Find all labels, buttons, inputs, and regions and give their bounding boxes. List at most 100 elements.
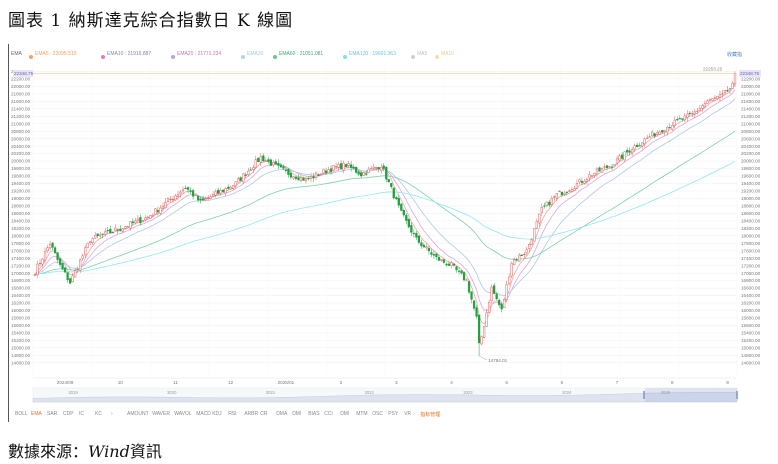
candle-body xyxy=(139,217,142,224)
candle-body xyxy=(693,111,696,115)
candle-body xyxy=(254,159,257,168)
candle-body xyxy=(447,263,451,266)
x-tick-label: 7 xyxy=(616,380,619,385)
y-tick-label: 22200.00 xyxy=(741,77,761,82)
candle-body xyxy=(585,178,589,182)
candle-body xyxy=(212,194,215,197)
candle-body xyxy=(164,201,167,209)
candle-body xyxy=(477,314,481,344)
candle-body xyxy=(580,181,584,183)
candle-body xyxy=(360,172,363,177)
candle-body xyxy=(701,105,704,109)
indicator-tab[interactable]: KDJ xyxy=(212,411,221,417)
candle-body xyxy=(222,189,225,192)
indicator-tab[interactable]: BOLL xyxy=(15,411,28,417)
candle-body xyxy=(490,286,493,302)
candle-body xyxy=(247,170,250,175)
candle-body xyxy=(688,112,691,115)
indicator-tab[interactable]: BIAS xyxy=(308,411,319,417)
candle-body xyxy=(696,110,699,112)
indicator-tab[interactable]: KC xyxy=(95,411,102,417)
y-tick-label: 22200.00 xyxy=(11,77,31,82)
candle-body xyxy=(63,267,67,273)
candle-body xyxy=(116,229,119,231)
indicator-tab[interactable]: AMOUNT xyxy=(127,411,149,417)
indicator-tab[interactable]: SAR xyxy=(47,411,57,417)
candle-body xyxy=(465,279,468,281)
indicator-tab[interactable]: CR xyxy=(260,411,267,417)
y-tick-label: 16600.00 xyxy=(11,286,31,291)
indicator-tab[interactable]: DMI xyxy=(292,411,301,417)
candle-body xyxy=(106,229,109,232)
candle-body xyxy=(405,215,408,221)
candle-body xyxy=(304,178,308,182)
y-tick-label: 21800.00 xyxy=(741,91,761,96)
last-price-label: 22253.25 xyxy=(703,66,723,71)
candle-body xyxy=(618,155,621,161)
candle-body xyxy=(239,177,242,181)
candle-body xyxy=(327,169,330,173)
x-tick-label: 6 xyxy=(561,380,564,385)
indicator-tab[interactable]: WAVER xyxy=(152,411,170,417)
current-price-label-left: 22348.75 xyxy=(14,71,34,76)
candle-body xyxy=(352,166,355,169)
x-tick-label: 11 xyxy=(173,380,178,385)
indicator-tab[interactable]: VR xyxy=(404,411,411,417)
navigator[interactable]: 2019 2020 2021 2022 2023 2024 2025 xyxy=(32,387,738,403)
candle-body xyxy=(417,235,421,243)
candle-body xyxy=(683,115,686,121)
candle-body xyxy=(365,173,368,175)
y-tick-label: 14800.00 xyxy=(741,353,761,358)
indicator-tab[interactable]: WAVOL xyxy=(174,411,192,417)
y-tick-label: 16000.00 xyxy=(741,308,761,313)
candle-body xyxy=(548,201,551,206)
candle-body xyxy=(656,132,659,135)
indicator-tab[interactable]: DMA xyxy=(276,411,287,417)
y-tick-label: 19200.00 xyxy=(11,189,31,194)
y-tick-label: 18600.00 xyxy=(741,211,761,216)
indicator-tab[interactable]: OSC xyxy=(372,411,383,417)
indicator-tab[interactable]: PSY xyxy=(388,411,398,417)
indicator-tab[interactable]: EMA xyxy=(31,411,42,417)
candle-body xyxy=(229,186,232,190)
candle-body xyxy=(633,145,636,150)
candle-body xyxy=(452,263,456,266)
indicator-tab[interactable]: MTM xyxy=(356,411,367,417)
y-tick-label: 16400.00 xyxy=(11,293,31,298)
candle-body xyxy=(505,284,508,300)
y-tick-label: 21400.00 xyxy=(741,106,761,111)
candle-body xyxy=(334,166,338,168)
indicator-tab[interactable]: DMI xyxy=(340,411,349,417)
candle-body xyxy=(673,119,676,127)
candle-body xyxy=(337,163,340,168)
candle-body xyxy=(56,252,59,261)
candle-body xyxy=(708,98,712,101)
candle-body xyxy=(124,226,127,229)
candle-body xyxy=(287,168,290,175)
candle-body xyxy=(726,90,729,92)
y-tick-label: 21000.00 xyxy=(11,121,31,126)
indicator-tab[interactable]: 指标管理 xyxy=(420,411,440,418)
candle-body xyxy=(119,228,122,231)
navigator-year-label: 2022 xyxy=(365,390,375,395)
candle-body xyxy=(219,190,222,194)
indicator-tab[interactable]: MACD xyxy=(196,411,211,417)
indicator-tab[interactable]: IC xyxy=(79,411,84,417)
candle-body xyxy=(382,165,385,169)
candle-body xyxy=(425,246,428,249)
indicator-tab[interactable]: › xyxy=(111,411,113,417)
indicator-tab[interactable]: ARBR xyxy=(244,411,258,417)
candle-body xyxy=(671,125,674,130)
candle-body xyxy=(339,163,343,170)
candle-body xyxy=(535,221,538,229)
navigator-handle xyxy=(736,391,738,399)
indicator-tab[interactable]: CDP xyxy=(63,411,74,417)
candle-body xyxy=(555,193,558,199)
indicator-tab[interactable]: RSI xyxy=(228,411,236,417)
candle-body xyxy=(252,167,255,170)
candle-body xyxy=(272,162,275,165)
y-tick-label: 15600.00 xyxy=(741,323,761,328)
indicator-tab[interactable]: CCI xyxy=(324,411,333,417)
candle-body xyxy=(392,187,395,199)
candle-body xyxy=(440,259,443,261)
